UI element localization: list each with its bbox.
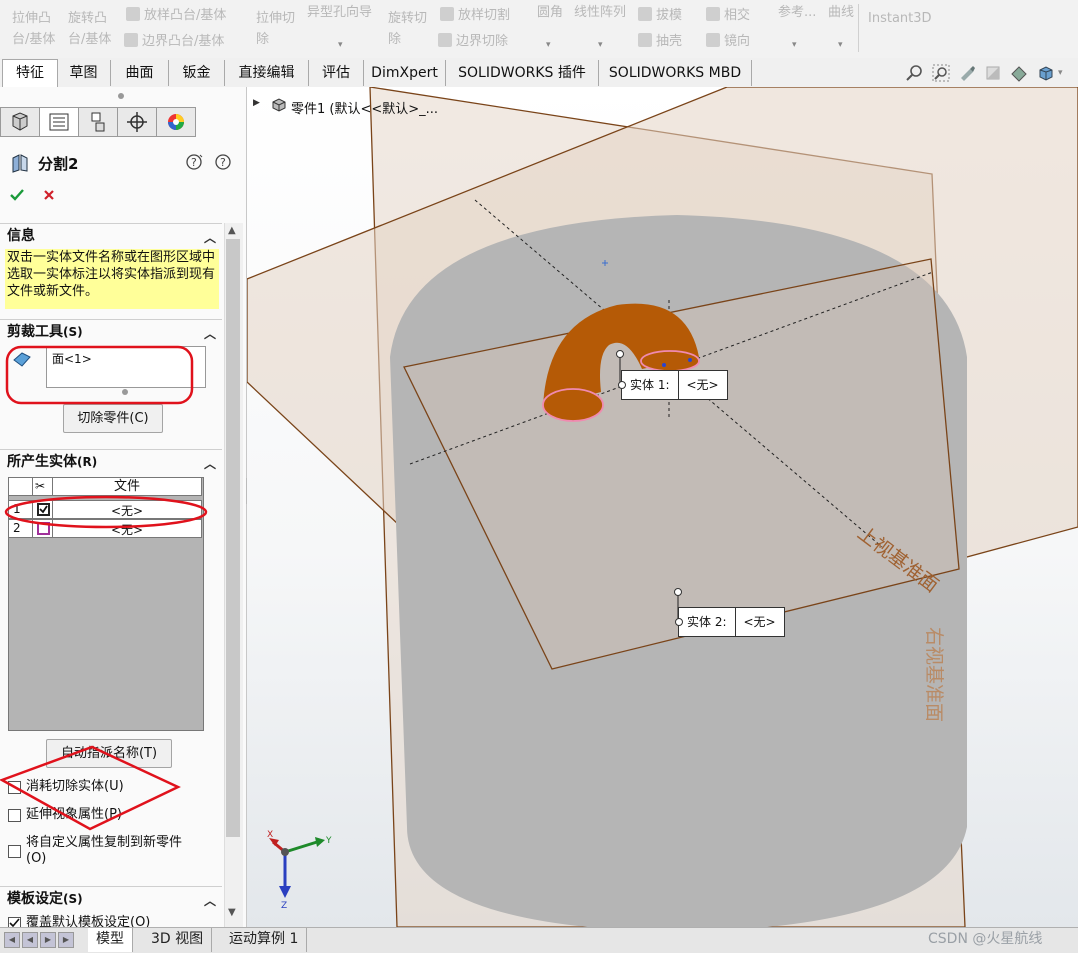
callout-handle xyxy=(618,381,626,389)
reference-geometry-button[interactable]: 参考... xyxy=(778,2,816,24)
tree-expand-arrow[interactable]: ▶ xyxy=(253,98,260,108)
zoom-to-fit-icon[interactable] xyxy=(905,64,923,82)
loft-icon xyxy=(126,7,140,21)
next-tab-arrow[interactable]: ▶ xyxy=(40,932,56,948)
prev-tab-arrow[interactable]: ◀ xyxy=(22,932,38,948)
previous-view-icon[interactable] xyxy=(958,64,976,82)
boundary-boss-label: 边界凸台/基体 xyxy=(142,34,225,49)
triad-z-label: Z xyxy=(281,901,287,910)
linear-pattern-button[interactable]: 线性阵列 xyxy=(574,2,626,24)
display-style-icon[interactable] xyxy=(1036,64,1054,82)
intersect-icon xyxy=(706,7,720,21)
tab-surfaces[interactable]: 曲面 xyxy=(111,60,169,86)
property-manager-panel: 分割2 ? ? ▲ ▼ 信息 ︿ 双击一实体文件名称或在图形区域中选取一实体标注以… xyxy=(0,87,247,927)
model-scene xyxy=(247,87,1078,927)
draft-icon xyxy=(638,7,652,21)
mirror-label: 镜向 xyxy=(724,34,751,49)
shell-icon xyxy=(638,33,652,47)
tab-solidworks-mbd[interactable]: SOLIDWORKS MBD xyxy=(599,60,752,86)
tab-evaluate[interactable]: 评估 xyxy=(309,60,364,86)
callout-handle xyxy=(675,618,683,626)
hole-wizard-button[interactable]: 异型孔向导 xyxy=(307,2,372,24)
fillet-button[interactable]: 圆角 xyxy=(537,2,563,24)
boundary-cut-icon xyxy=(438,33,452,47)
loft-cut-icon xyxy=(440,7,454,21)
callout-2-anchor xyxy=(674,588,682,596)
tab-solidworks-addins[interactable]: SOLIDWORKS 插件 xyxy=(446,60,599,86)
ribbon-separator xyxy=(858,4,859,52)
tab-3d-view[interactable]: 3D 视图 xyxy=(143,928,213,952)
reference-caret[interactable]: ▾ xyxy=(792,40,797,50)
graphics-area[interactable]: ▶ 零件1 (默认<<默认>_... 实体 1: <无> 实体 2: <无> 上视基… xyxy=(247,87,1078,927)
callout-2-label: 实体 2: xyxy=(687,615,727,629)
shell-label: 抽壳 xyxy=(656,34,683,49)
red-annotation-marks xyxy=(0,345,208,831)
curves-caret[interactable]: ▾ xyxy=(838,40,843,50)
draft-button[interactable]: 拔模 xyxy=(638,5,682,27)
callout-1-label: 实体 1: xyxy=(630,378,670,392)
boundary-cut-button[interactable]: 边界切除 xyxy=(438,31,508,53)
revolve-cut-button[interactable]: 旋转切 除 xyxy=(388,8,432,50)
triad-x-label: X xyxy=(267,830,273,840)
callout-1-anchor xyxy=(616,350,624,358)
watermark: CSDN @火星航线 xyxy=(928,931,1043,947)
torus-face-1[interactable] xyxy=(542,388,604,422)
hole-wizard-caret[interactable]: ▾ xyxy=(338,40,343,50)
instant3d-button[interactable]: Instant3D xyxy=(868,8,932,30)
body-1-callout[interactable]: 实体 1: <无> xyxy=(618,370,728,400)
curves-button[interactable]: 曲线 xyxy=(828,2,854,24)
mirror-icon xyxy=(706,33,720,47)
loft-cut-button[interactable]: 放样切割 xyxy=(440,5,510,27)
command-manager-ribbon: 拉伸凸 台/基体 旋转凸 台/基体 放样凸台/基体 边界凸台/基体 拉伸切 除 … xyxy=(0,0,1078,59)
bottom-tabs-bar: ◀ ◀ ▶ ▶ 模型 3D 视图 运动算例 1 CSDN @火星航线 xyxy=(0,927,1078,953)
zoom-to-area-icon[interactable] xyxy=(932,64,950,82)
loft-boss-label: 放样凸台/基体 xyxy=(144,8,227,23)
extrude-cut-button[interactable]: 拉伸切 除 xyxy=(256,8,300,50)
first-tab-arrow[interactable]: ◀ xyxy=(4,932,20,948)
fillet-caret[interactable]: ▾ xyxy=(546,40,551,50)
linear-pattern-caret[interactable]: ▾ xyxy=(598,40,603,50)
tab-sheet-metal[interactable]: 钣金 xyxy=(169,60,225,86)
tab-direct-editing[interactable]: 直接编辑 xyxy=(225,60,309,86)
draft-label: 拔模 xyxy=(656,8,683,23)
tab-sketch[interactable]: 草图 xyxy=(57,60,111,86)
callout-2-value[interactable]: <无> xyxy=(734,608,784,636)
loft-cut-label: 放样切割 xyxy=(458,8,511,23)
command-tabs: 特征 草图 曲面 钣金 直接编辑 评估 DimXpert SOLIDWORKS … xyxy=(0,58,1078,88)
triad-y-label: Y xyxy=(325,836,332,846)
intersect-button[interactable]: 相交 xyxy=(706,5,750,27)
loft-boss-button[interactable]: 放样凸台/基体 xyxy=(126,5,226,27)
tab-model[interactable]: 模型 xyxy=(88,928,133,952)
mirror-button[interactable]: 镜向 xyxy=(706,31,750,53)
display-style-caret[interactable]: ▾ xyxy=(1058,68,1063,78)
feature-tree-item[interactable]: 零件1 (默认<<默认>_... xyxy=(291,98,438,117)
tab-features[interactable]: 特征 xyxy=(2,59,58,88)
right-plane-label: 右视基准面 xyxy=(923,627,945,723)
tab-dimxpert[interactable]: DimXpert xyxy=(364,60,446,86)
coordinate-triad: X Y Z xyxy=(267,830,332,910)
view-orientation-icon[interactable] xyxy=(1010,64,1028,82)
boundary-cut-label: 边界切除 xyxy=(456,34,509,49)
section-view-icon[interactable] xyxy=(984,64,1002,82)
body-2-callout[interactable]: 实体 2: <无> xyxy=(675,607,785,637)
intersect-label: 相交 xyxy=(724,8,751,23)
part-icon xyxy=(272,98,286,112)
boundary-icon xyxy=(124,33,138,47)
extrude-boss-button[interactable]: 拉伸凸 台/基体 xyxy=(12,8,60,50)
callout-1-value[interactable]: <无> xyxy=(677,371,727,399)
last-tab-arrow[interactable]: ▶ xyxy=(58,932,74,948)
tab-motion-study-1[interactable]: 运动算例 1 xyxy=(221,928,308,952)
revolve-boss-button[interactable]: 旋转凸 台/基体 xyxy=(68,8,116,50)
shell-button[interactable]: 抽壳 xyxy=(638,31,682,53)
boundary-boss-button[interactable]: 边界凸台/基体 xyxy=(124,31,224,53)
